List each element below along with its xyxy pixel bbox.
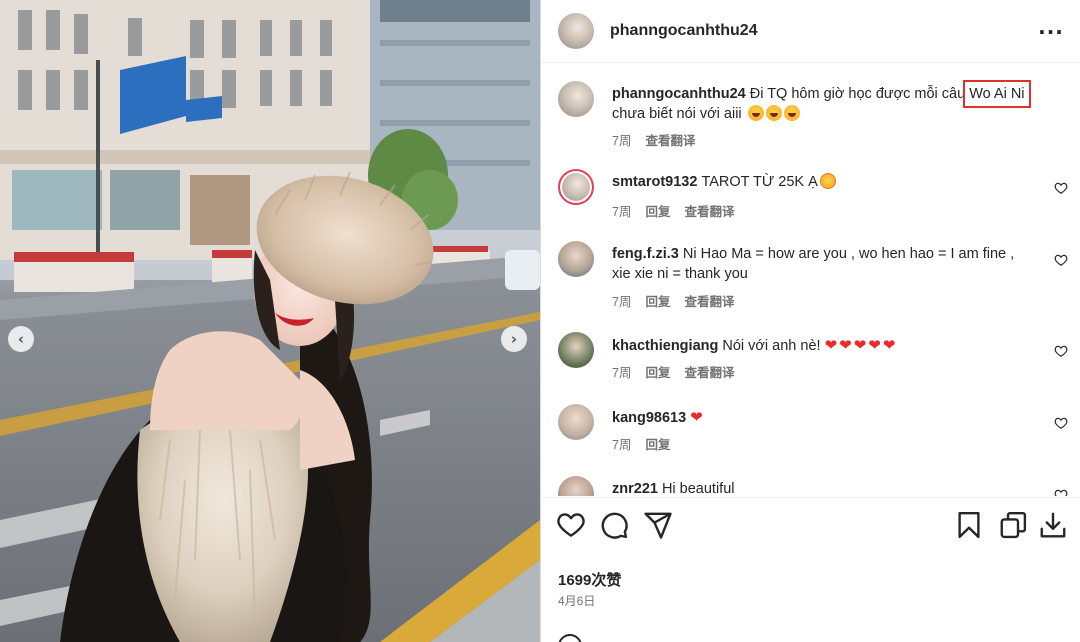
caption-time: 7周: [612, 134, 632, 148]
comment-body: TAROT TỪ 25K Ạ: [701, 174, 818, 190]
commenter-username[interactable]: kang98613: [612, 410, 686, 426]
caption-username[interactable]: phanngocanhthu24: [612, 86, 746, 102]
caption-translate-link[interactable]: 查看翻译: [645, 130, 695, 149]
caption-meta: 7周 查看翻译: [612, 130, 695, 149]
like-count[interactable]: 1699次赞: [558, 569, 621, 590]
heart-eyes-emoji: [819, 173, 836, 189]
translate-link[interactable]: 查看翻译: [684, 291, 734, 310]
reply-link[interactable]: 回复: [645, 434, 670, 453]
post-side-panel: phanngocanhthu24 ··· phanngocanhthu24 Đi …: [540, 0, 1080, 642]
post-action-bar: [541, 497, 1080, 553]
author-username[interactable]: phanngocanhthu24: [610, 22, 758, 40]
like-comment-heart-icon[interactable]: [1054, 181, 1068, 195]
commenter-avatar[interactable]: [558, 404, 594, 440]
caption-text-after: chưa biết nói với aiii: [612, 106, 742, 122]
commenter-avatar[interactable]: [558, 332, 594, 368]
comment-time: 7周: [612, 205, 632, 219]
grinning-tongue-emoji: [747, 105, 764, 121]
like-comment-heart-icon[interactable]: [1054, 253, 1068, 267]
comment-text: smtarot9132 TAROT TỪ 25K Ạ: [612, 172, 1032, 192]
comment-body: Hi beautiful: [661, 481, 735, 496]
red-heart-emojis: ❤❤❤❤❤: [824, 336, 898, 354]
comment-list[interactable]: phanngocanhthu24 Đi TQ hôm giờ học được m…: [541, 64, 1080, 496]
post-date: 4月6日: [558, 594, 596, 608]
comment-meta: 7周 回复 查看翻译: [612, 201, 734, 220]
red-heart-emoji: ❤: [690, 408, 705, 426]
download-icon[interactable]: [1038, 510, 1068, 540]
caption-avatar[interactable]: [558, 81, 594, 117]
comment-text: znr221 Hi beautiful: [612, 479, 1032, 496]
grinning-tongue-emoji: [765, 105, 782, 121]
comment-time: 7周: [612, 438, 632, 452]
caption-text: phanngocanhthu24 Đi TQ hôm giờ học được m…: [612, 80, 1032, 124]
post-header: phanngocanhthu24 ···: [541, 0, 1080, 63]
bookmark-icon[interactable]: [954, 510, 984, 540]
more-horizontal-icon[interactable]: ···: [1038, 20, 1063, 44]
author-avatar[interactable]: [558, 13, 594, 49]
emoji-icon[interactable]: [558, 634, 582, 642]
commenter-avatar[interactable]: [558, 169, 594, 205]
grinning-tongue-emoji: [783, 105, 800, 121]
carousel-next-button[interactable]: ›: [501, 326, 527, 352]
commenter-avatar[interactable]: [558, 476, 594, 496]
commenter-username[interactable]: znr221: [612, 481, 658, 496]
comment-meta: 7周 回复 查看翻译: [612, 291, 734, 310]
carousel-prev-button[interactable]: ‹: [8, 326, 34, 352]
translate-link[interactable]: 查看翻译: [684, 201, 734, 220]
caption-text-before: Đi TQ hôm giờ học được mỗi câu: [749, 86, 970, 102]
comment-meta: 7周 回复 查看翻译: [612, 362, 734, 381]
comment-body: Nói với anh nè!: [722, 338, 821, 354]
commenter-username[interactable]: feng.f.zi.3: [612, 246, 679, 262]
comment-meta: 7周 回复: [612, 434, 670, 453]
copy-icon[interactable]: [998, 510, 1028, 540]
comment-text: kang98613 ❤: [612, 407, 1032, 428]
reply-link[interactable]: 回复: [645, 291, 670, 310]
like-comment-heart-icon[interactable]: [1054, 344, 1068, 358]
comment-time: 7周: [612, 366, 632, 380]
photo-scene: [0, 0, 540, 642]
commenter-username[interactable]: khacthiengiang: [612, 338, 718, 354]
comment-body: Ni Hao Ma = how are you , wo hen hao = I…: [682, 246, 1015, 262]
commenter-avatar[interactable]: [558, 241, 594, 277]
like-comment-heart-icon[interactable]: [1054, 416, 1068, 430]
post-photo[interactable]: ‹ ›: [0, 0, 540, 642]
comment-text: khacthiengiang Nói với anh nè! ❤❤❤❤❤: [612, 335, 1032, 356]
heart-icon[interactable]: [556, 510, 586, 540]
translate-link[interactable]: 查看翻译: [684, 362, 734, 381]
comment-text: feng.f.zi.3 Ni Hao Ma = how are you , wo …: [612, 244, 1032, 284]
commenter-username[interactable]: smtarot9132: [612, 174, 697, 190]
share-icon[interactable]: [643, 510, 673, 540]
like-comment-heart-icon[interactable]: [1054, 488, 1068, 496]
reply-link[interactable]: 回复: [645, 201, 670, 220]
comment-icon[interactable]: [599, 510, 629, 540]
comment-time: 7周: [612, 295, 632, 309]
reply-link[interactable]: 回复: [645, 362, 670, 381]
comment-body-line2: xie xie ni = thank you: [612, 266, 748, 282]
caption-highlight: Wo Ai Ni: [963, 80, 1031, 108]
